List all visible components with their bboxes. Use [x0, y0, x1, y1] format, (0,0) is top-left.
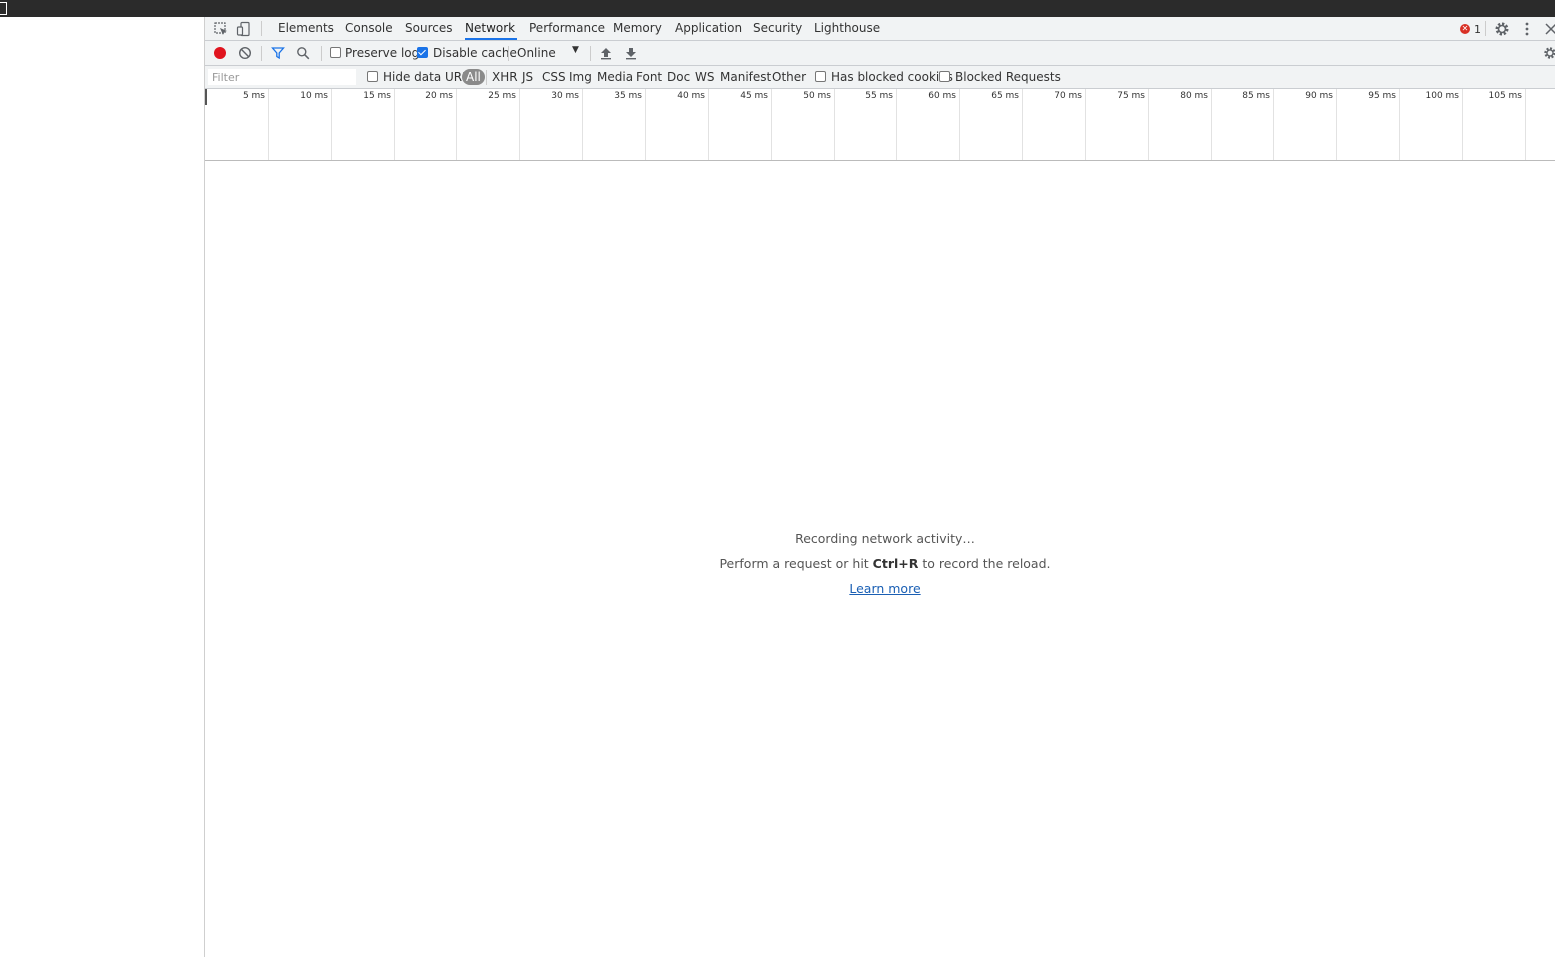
network-overview-timeline[interactable]: 5 ms 10 ms 15 ms 20 ms 25 ms 30 ms 35 ms 40 ms 4… [205, 89, 1555, 161]
timeline-tick-label: 85 ms [1242, 91, 1270, 101]
type-filter-css[interactable]: CSS [542, 69, 566, 85]
disable-cache-checkbox[interactable] [417, 47, 428, 58]
timeline-grid-line [1525, 89, 1526, 160]
timeline-tick-label: 15 ms [363, 91, 391, 101]
timeline-tick-label: 75 ms [1117, 91, 1145, 101]
timeline-tick-label: 65 ms [991, 91, 1019, 101]
type-filter-manifest[interactable]: Manifest [720, 69, 771, 85]
filter-separator [486, 70, 487, 85]
timeline-tick-label: 95 ms [1368, 91, 1396, 101]
export-har-icon[interactable] [624, 46, 638, 60]
toolbar-separator [590, 46, 591, 61]
tab-sources[interactable]: Sources [405, 17, 452, 40]
hide-data-urls-checkbox[interactable] [367, 71, 378, 82]
timeline-tick-label: 50 ms [803, 91, 831, 101]
timeline-tick-label: 90 ms [1305, 91, 1333, 101]
request-list-empty-state: Recording network activity… Perform a re… [205, 161, 1555, 957]
learn-more-link[interactable]: Learn more [849, 581, 920, 596]
toolbar-separator [321, 46, 322, 61]
inspect-element-icon[interactable] [213, 21, 229, 37]
tab-security[interactable]: Security [753, 17, 802, 40]
filter-funnel-icon[interactable] [271, 46, 285, 60]
learn-more-row: Learn more [205, 581, 1555, 596]
throttling-select[interactable]: Online ▼ [512, 41, 586, 65]
network-settings-gear-icon[interactable] [1543, 46, 1555, 60]
type-filter-xhr[interactable]: XHR [492, 69, 518, 85]
blocked-requests-label: Blocked Requests [955, 70, 1061, 84]
timeline-tick-label: 45 ms [740, 91, 768, 101]
settings-gear-icon[interactable] [1494, 21, 1510, 37]
type-filter-all[interactable]: All [462, 69, 485, 85]
timeline-tick-label: 35 ms [614, 91, 642, 101]
more-options-icon[interactable] [1519, 21, 1535, 37]
timeline-tick-label: 100 ms [1425, 91, 1460, 101]
blocked-requests-checkbox[interactable] [939, 71, 950, 82]
timeline-tick-label: 80 ms [1180, 91, 1208, 101]
tab-elements[interactable]: Elements [278, 17, 334, 40]
error-count: 1 [1474, 22, 1481, 36]
reload-hint: Perform a request or hit Ctrl+R to recor… [205, 556, 1555, 571]
inspected-page-area [0, 17, 205, 957]
recording-message: Recording network activity… [795, 531, 975, 546]
preserve-log-checkbox[interactable] [330, 47, 341, 58]
network-toolbar: Preserve log Disable cache Online ▼ [205, 41, 1555, 66]
tab-lighthouse[interactable]: Lighthouse [814, 17, 880, 40]
toolbar-separator [508, 46, 509, 61]
reload-hint-prefix: Perform a request or hit [719, 556, 873, 571]
throttling-value: Online [517, 46, 556, 60]
type-filter-font[interactable]: Font [636, 69, 662, 85]
tab-application[interactable]: Application [675, 17, 742, 40]
toolbar-separator [261, 46, 262, 61]
timeline-tick-label: 60 ms [928, 91, 956, 101]
search-icon[interactable] [296, 46, 310, 60]
timeline-tick-label: 30 ms [551, 91, 579, 101]
import-har-icon[interactable] [599, 46, 613, 60]
has-blocked-cookies-checkbox[interactable] [815, 71, 826, 82]
filter-bar: Hide data URLs AllXHRJSCSSImgMediaFontDo… [205, 66, 1555, 89]
error-icon: ✕ [1460, 24, 1470, 34]
reload-hint-suffix: to record the reload. [918, 556, 1051, 571]
tab-console[interactable]: Console [345, 17, 393, 40]
timeline-tick-label: 105 ms [1488, 91, 1523, 101]
timeline-tick-label: 5 ms [242, 91, 265, 101]
close-devtools-icon[interactable] [1543, 21, 1555, 37]
reload-shortcut: Ctrl+R [872, 556, 919, 571]
timeline-tick-label: 55 ms [865, 91, 893, 101]
type-filter-other[interactable]: Other [772, 69, 806, 85]
tab-network[interactable]: Network [465, 17, 518, 40]
record-button-icon[interactable] [214, 47, 226, 59]
os-top-bar [0, 0, 1555, 17]
error-count-badge[interactable]: ✕ 1 [1460, 21, 1481, 37]
chevron-down-icon: ▼ [572, 45, 579, 55]
tab-separator [261, 21, 262, 36]
timeline-tick-label: 70 ms [1054, 91, 1082, 101]
device-toolbar-icon[interactable] [236, 21, 252, 37]
timeline-tick-label: 40 ms [677, 91, 705, 101]
disable-cache-label: Disable cache [433, 46, 517, 60]
tab-separator [1485, 21, 1486, 36]
devtools-panel: Elements Console Sources Network Performance… [205, 17, 1555, 957]
timeline-tick-label: 10 ms [300, 91, 328, 101]
tab-memory[interactable]: Memory [613, 17, 662, 40]
clear-log-icon[interactable] [238, 46, 252, 60]
filter-input[interactable] [208, 69, 356, 85]
timeline-tick-label: 20 ms [425, 91, 453, 101]
timeline-tick-label: 25 ms [488, 91, 516, 101]
has-blocked-cookies-label: Has blocked cookies [831, 70, 953, 84]
preserve-log-label: Preserve log [345, 46, 420, 60]
type-filter-img[interactable]: Img [569, 69, 592, 85]
type-filter-media[interactable]: Media [597, 69, 633, 85]
tab-performance[interactable]: Performance [529, 17, 605, 40]
devtools-tab-bar: Elements Console Sources Network Performance… [205, 17, 1555, 41]
type-filter-js[interactable]: JS [522, 69, 533, 85]
type-filter-doc[interactable]: Doc [667, 69, 690, 85]
window-corner-icon [0, 2, 7, 15]
type-filter-ws[interactable]: WS [695, 69, 714, 85]
